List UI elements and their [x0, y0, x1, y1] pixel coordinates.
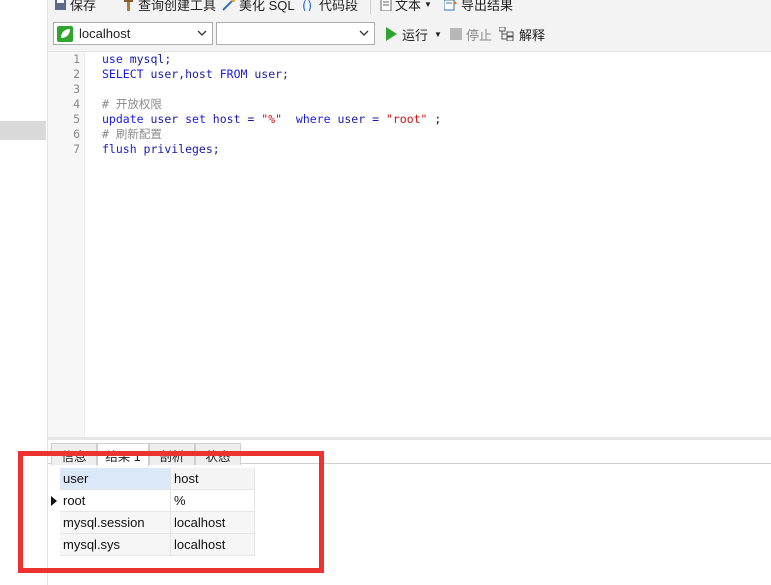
line-number: 3	[73, 82, 80, 96]
sql-keyword: update	[102, 112, 144, 126]
save-icon	[55, 0, 66, 10]
sql-keyword: use	[102, 52, 123, 66]
code-snippet-button[interactable]: () 代码段	[302, 0, 358, 13]
line-number: 7	[73, 142, 80, 156]
braces-icon: ()	[302, 0, 312, 11]
sql-keyword: FROM	[219, 67, 248, 81]
connection-value: localhost	[79, 26, 131, 41]
database-select[interactable]	[216, 22, 375, 45]
explain-button[interactable]: 解释	[499, 25, 545, 43]
line-number: 1	[73, 52, 80, 66]
export-results-label: 导出结果	[461, 0, 514, 13]
export-results-button[interactable]: 导出结果	[444, 0, 513, 13]
hammer-icon	[124, 0, 133, 11]
connection-select[interactable]: localhost	[53, 22, 213, 45]
sql-keyword: where	[295, 112, 331, 126]
chevron-down-icon: ▼	[424, 0, 432, 9]
wand-icon	[222, 0, 235, 11]
text-menu-label: 文本	[395, 0, 422, 13]
sql-text: user	[143, 112, 186, 126]
code-line-1: use mysql;	[102, 52, 171, 67]
play-icon	[386, 27, 397, 41]
sql-text: ;	[427, 112, 442, 126]
line-number-gutter: 1 2 3 4 5 6 7	[48, 52, 85, 438]
stop-label: 停止	[466, 27, 493, 43]
beautify-sql-label: 美化 SQL	[239, 0, 295, 13]
line-number: 2	[73, 67, 80, 81]
connection-leaf-icon	[57, 25, 73, 42]
sql-string: "%"	[261, 112, 283, 126]
annotation-highlight-box	[18, 451, 324, 573]
sql-keyword: set	[185, 112, 206, 126]
query-builder-label: 查询创建工具	[138, 0, 217, 13]
line-number: 5	[73, 112, 80, 126]
beautify-sql-button[interactable]: 美化 SQL	[222, 0, 295, 13]
save-button[interactable]: 保存	[54, 0, 96, 13]
line-number: 4	[73, 97, 80, 111]
sql-text: user;	[247, 67, 289, 81]
code-comment-line-4: # 开放权限	[102, 97, 162, 111]
chevron-down-icon	[359, 30, 369, 36]
chevron-down-icon: ▼	[434, 29, 442, 39]
code-line-2: SELECT user,host FROM user;	[102, 67, 289, 82]
sql-string: "root"	[385, 112, 428, 126]
code-line-7: flush privileges;	[102, 142, 220, 157]
connection-bar: localhost 运行 ▼ 停止 解释	[48, 14, 771, 52]
stop-icon	[450, 28, 462, 40]
line-number: 6	[73, 127, 80, 141]
run-label: 运行	[402, 27, 429, 43]
code-line-5: update user set host = "%" where user = …	[102, 112, 441, 127]
svg-text:(): ()	[302, 0, 312, 11]
stop-button[interactable]: 停止	[450, 25, 492, 43]
code-snippet-label: 代码段	[319, 0, 359, 13]
document-icon	[380, 0, 392, 11]
editor-toolbar: 保存 查询创建工具 美化 SQL () 代码段 文本 ▼ 导出结果	[48, 0, 771, 14]
code-comment-line-6: # 刷新配置	[102, 127, 162, 141]
explain-icon	[499, 27, 514, 41]
sql-text: user,host	[143, 67, 220, 81]
sql-text: privileges;	[136, 142, 220, 156]
sql-keyword: flush	[102, 142, 137, 156]
text-menu-button[interactable]: 文本 ▼	[380, 0, 432, 13]
explain-label: 解释	[519, 27, 546, 43]
query-builder-button[interactable]: 查询创建工具	[122, 0, 216, 13]
sql-editor[interactable]: 1 2 3 4 5 6 7 use mysql; SELECT user,hos…	[48, 52, 771, 438]
export-icon	[444, 0, 457, 10]
chevron-down-icon	[197, 30, 207, 36]
sql-text: user =	[330, 112, 386, 126]
sql-text: mysql;	[122, 52, 172, 66]
selected-object-row[interactable]	[0, 121, 46, 140]
sql-text: host =	[205, 112, 262, 126]
sql-keyword: SELECT	[102, 67, 144, 81]
save-label: 保存	[70, 0, 97, 13]
run-button[interactable]: 运行 ▼	[385, 25, 442, 43]
toolbar-divider	[370, 0, 371, 14]
